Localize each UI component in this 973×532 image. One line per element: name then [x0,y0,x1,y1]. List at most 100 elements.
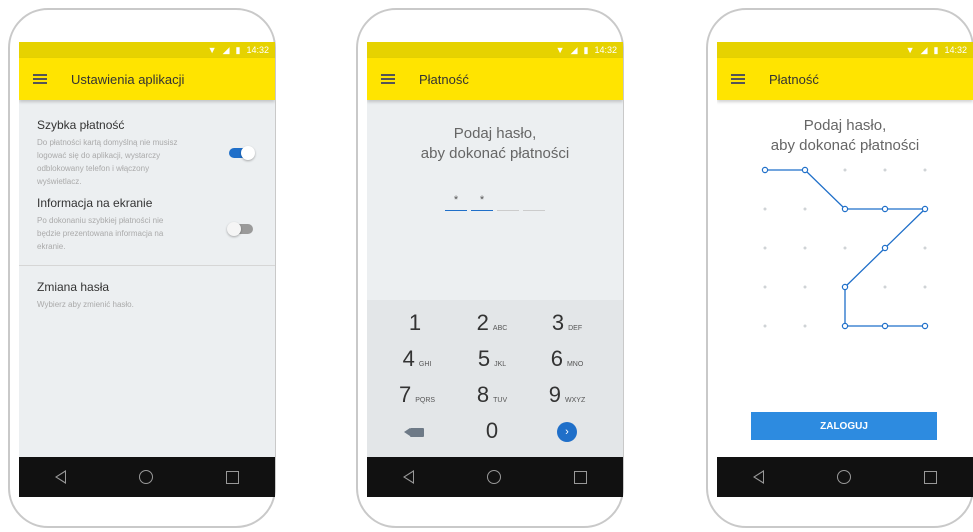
screen-info-toggle[interactable] [227,222,253,236]
setting-screen-info[interactable]: Informacja na ekranie Po dokonaniu szybk… [37,196,257,253]
page-title: Ustawienia aplikacji [71,71,185,87]
backspace-button[interactable] [387,418,447,448]
pattern-dot-active[interactable] [881,244,889,252]
pattern-dot[interactable] [843,246,847,250]
pattern-dot-active[interactable] [881,322,889,330]
pin-digit: * [471,194,493,211]
prompt-line: aby dokonać płatności [770,137,920,154]
status-bar: ▼ ◢ ▮ 14:32 [367,42,623,58]
back-icon[interactable] [753,470,765,484]
pattern-dot[interactable] [843,168,847,172]
pattern-dot[interactable] [803,246,807,250]
wifi-icon: ▼ [555,45,565,55]
setting-desc: Po dokonaniu szybkiej płatności nie będz… [37,216,164,251]
menu-icon[interactable] [731,74,745,84]
signal-icon: ◢ [570,45,578,55]
pattern-dot[interactable] [923,246,927,250]
back-icon[interactable] [55,470,67,484]
app-bar: Ustawienia aplikacji [19,58,275,100]
pattern-dot[interactable] [923,285,927,289]
pin-field[interactable]: * * [367,194,623,211]
home-icon[interactable] [836,470,851,484]
phone-settings: ▼ ◢ ▮ 14:32 Ustawienia aplikacji Szybka pła… [8,8,276,528]
pattern-dot[interactable] [883,168,887,172]
enter-button[interactable]: › [537,418,597,448]
wifi-icon: ▼ [207,45,217,55]
clock: 14:32 [594,45,617,55]
backspace-icon [404,428,424,437]
setting-change-password[interactable]: Zmiana hasła Wybierz aby zmienić hasło. [37,280,257,311]
nav-bar [717,457,973,497]
pattern-dot[interactable] [763,207,767,211]
back-icon[interactable] [403,470,415,484]
app-bar: Płatność [717,58,973,100]
key-7[interactable]: 7 PQRS [387,382,447,412]
pattern-dot[interactable] [763,324,767,328]
key-9[interactable]: 9 WXYZ [537,382,597,412]
setting-title: Informacja na ekranie [37,196,153,210]
pattern-dot-active[interactable] [881,205,889,213]
password-prompt: Podaj hasło, aby dokonać płatności [367,124,623,164]
menu-icon[interactable] [33,74,47,84]
pattern-dot-active[interactable] [841,322,849,330]
pattern-dot-active[interactable] [921,322,929,330]
nav-bar [19,457,275,497]
home-icon[interactable] [486,470,501,484]
screen: ▼ ◢ ▮ 14:32 Płatność Podaj hasło, aby dokon… [717,42,973,497]
pattern-dot[interactable] [803,207,807,211]
settings-list: Szybka płatność Do płatności kartą domyś… [19,100,275,321]
pattern-dot[interactable] [803,285,807,289]
key-2[interactable]: 2 ABC [462,310,522,340]
pin-digit [523,194,545,211]
wifi-icon: ▼ [905,45,915,55]
key-1[interactable]: 1 [387,310,447,340]
key-3[interactable]: 3 DEF [537,310,597,340]
status-bar: ▼ ◢ ▮ 14:32 [19,42,275,58]
page-title: Płatność [419,71,469,87]
setting-desc: Wybierz aby zmienić hasło. [37,300,134,309]
recents-icon[interactable] [923,470,937,484]
fast-payment-toggle[interactable] [229,146,255,160]
pattern-dot[interactable] [883,285,887,289]
numeric-keypad: 1 2 ABC 3 DEF 4 GHI 5 JKL 6 MNO 7 PQRS 8 TUV 9W… [367,300,623,457]
pattern-dot-active[interactable] [801,166,809,174]
pattern-dot-active[interactable] [761,166,769,174]
unlock-pattern[interactable] [717,157,973,332]
key-8[interactable]: 8 TUV [462,382,522,412]
pin-digit [497,194,519,211]
pattern-dot[interactable] [763,246,767,250]
pattern-dot-active[interactable] [841,205,849,213]
setting-fast-payment[interactable]: Szybka płatność Do płatności kartą domyś… [37,118,257,188]
battery-icon: ▮ [583,45,589,55]
phone-pin: ▼ ◢ ▮ 14:32 Płatność Podaj hasło, aby dokon… [356,8,624,528]
status-bar: ▼ ◢ ▮ 14:32 [717,42,973,58]
menu-icon[interactable] [381,74,395,84]
signal-icon: ◢ [920,45,928,55]
page-title: Płatność [769,71,819,87]
prompt-line: Podaj hasło, [803,117,887,134]
recents-icon[interactable] [225,470,239,484]
screen: ▼ ◢ ▮ 14:32 Ustawienia aplikacji Szybka pła… [19,42,275,497]
prompt-line: aby dokonać płatności [420,145,570,162]
key-6[interactable]: 6 MNO [537,346,597,376]
signal-icon: ◢ [222,45,230,55]
battery-icon: ▮ [933,45,939,55]
phone-pattern: ▼ ◢ ▮ 14:32 Płatność Podaj hasło, aby dokon… [706,8,973,528]
pattern-dot[interactable] [923,168,927,172]
login-button[interactable]: ZALOGUJ [751,412,937,440]
screen: ▼ ◢ ▮ 14:32 Płatność Podaj hasło, aby dokon… [367,42,623,497]
battery-icon: ▮ [235,45,241,55]
divider [19,265,275,266]
pattern-dot[interactable] [803,324,807,328]
pattern-dot-active[interactable] [921,205,929,213]
key-4[interactable]: 4 GHI [387,346,447,376]
pattern-dot-active[interactable] [841,283,849,291]
pattern-dot[interactable] [763,285,767,289]
home-icon[interactable] [138,470,153,484]
key-5[interactable]: 5 JKL [462,346,522,376]
recents-icon[interactable] [573,470,587,484]
clock: 14:32 [246,45,269,55]
arrow-right-icon: › [557,422,577,442]
key-0[interactable]: 0 [462,418,522,448]
prompt-line: Podaj hasło, [453,125,537,142]
